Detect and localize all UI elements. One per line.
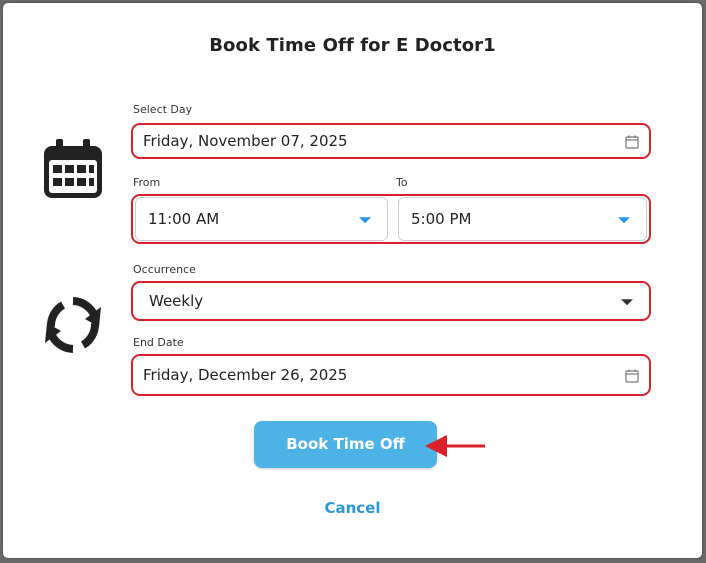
end-date-label: End Date	[133, 336, 184, 349]
book-time-off-dialog: Book Time Off for E Doctor1 Select Day F…	[3, 3, 702, 558]
end-date-field[interactable]: Friday, December 26, 2025	[131, 354, 651, 396]
red-arrow-pointer-icon	[423, 433, 487, 459]
time-range-group: 11:00 AM 5:00 PM	[131, 194, 651, 244]
cancel-link[interactable]: Cancel	[3, 499, 702, 517]
chevron-down-icon[interactable]	[618, 217, 630, 224]
chevron-down-icon[interactable]	[359, 217, 371, 224]
calendar-icon[interactable]	[625, 134, 639, 149]
occurrence-select[interactable]: Weekly	[131, 281, 651, 321]
to-label: To	[396, 176, 408, 189]
from-time-value: 11:00 AM	[148, 210, 220, 228]
occurrence-value: Weekly	[149, 292, 204, 310]
calendar-icon[interactable]	[625, 368, 639, 383]
book-time-off-button[interactable]: Book Time Off	[254, 421, 437, 468]
from-label: From	[133, 176, 161, 189]
occurrence-label: Occurrence	[133, 263, 196, 276]
end-date-value: Friday, December 26, 2025	[143, 366, 348, 384]
to-time-select[interactable]: 5:00 PM	[398, 197, 647, 241]
chevron-down-icon[interactable]	[621, 299, 633, 306]
refresh-cycle-icon	[41, 293, 105, 357]
calendar-icon	[42, 139, 104, 199]
to-time-value: 5:00 PM	[411, 210, 472, 228]
from-time-select[interactable]: 11:00 AM	[135, 197, 388, 241]
select-day-value: Friday, November 07, 2025	[143, 132, 348, 150]
select-day-field[interactable]: Friday, November 07, 2025	[131, 123, 651, 159]
select-day-label: Select Day	[133, 103, 193, 116]
dialog-title: Book Time Off for E Doctor1	[209, 35, 496, 56]
